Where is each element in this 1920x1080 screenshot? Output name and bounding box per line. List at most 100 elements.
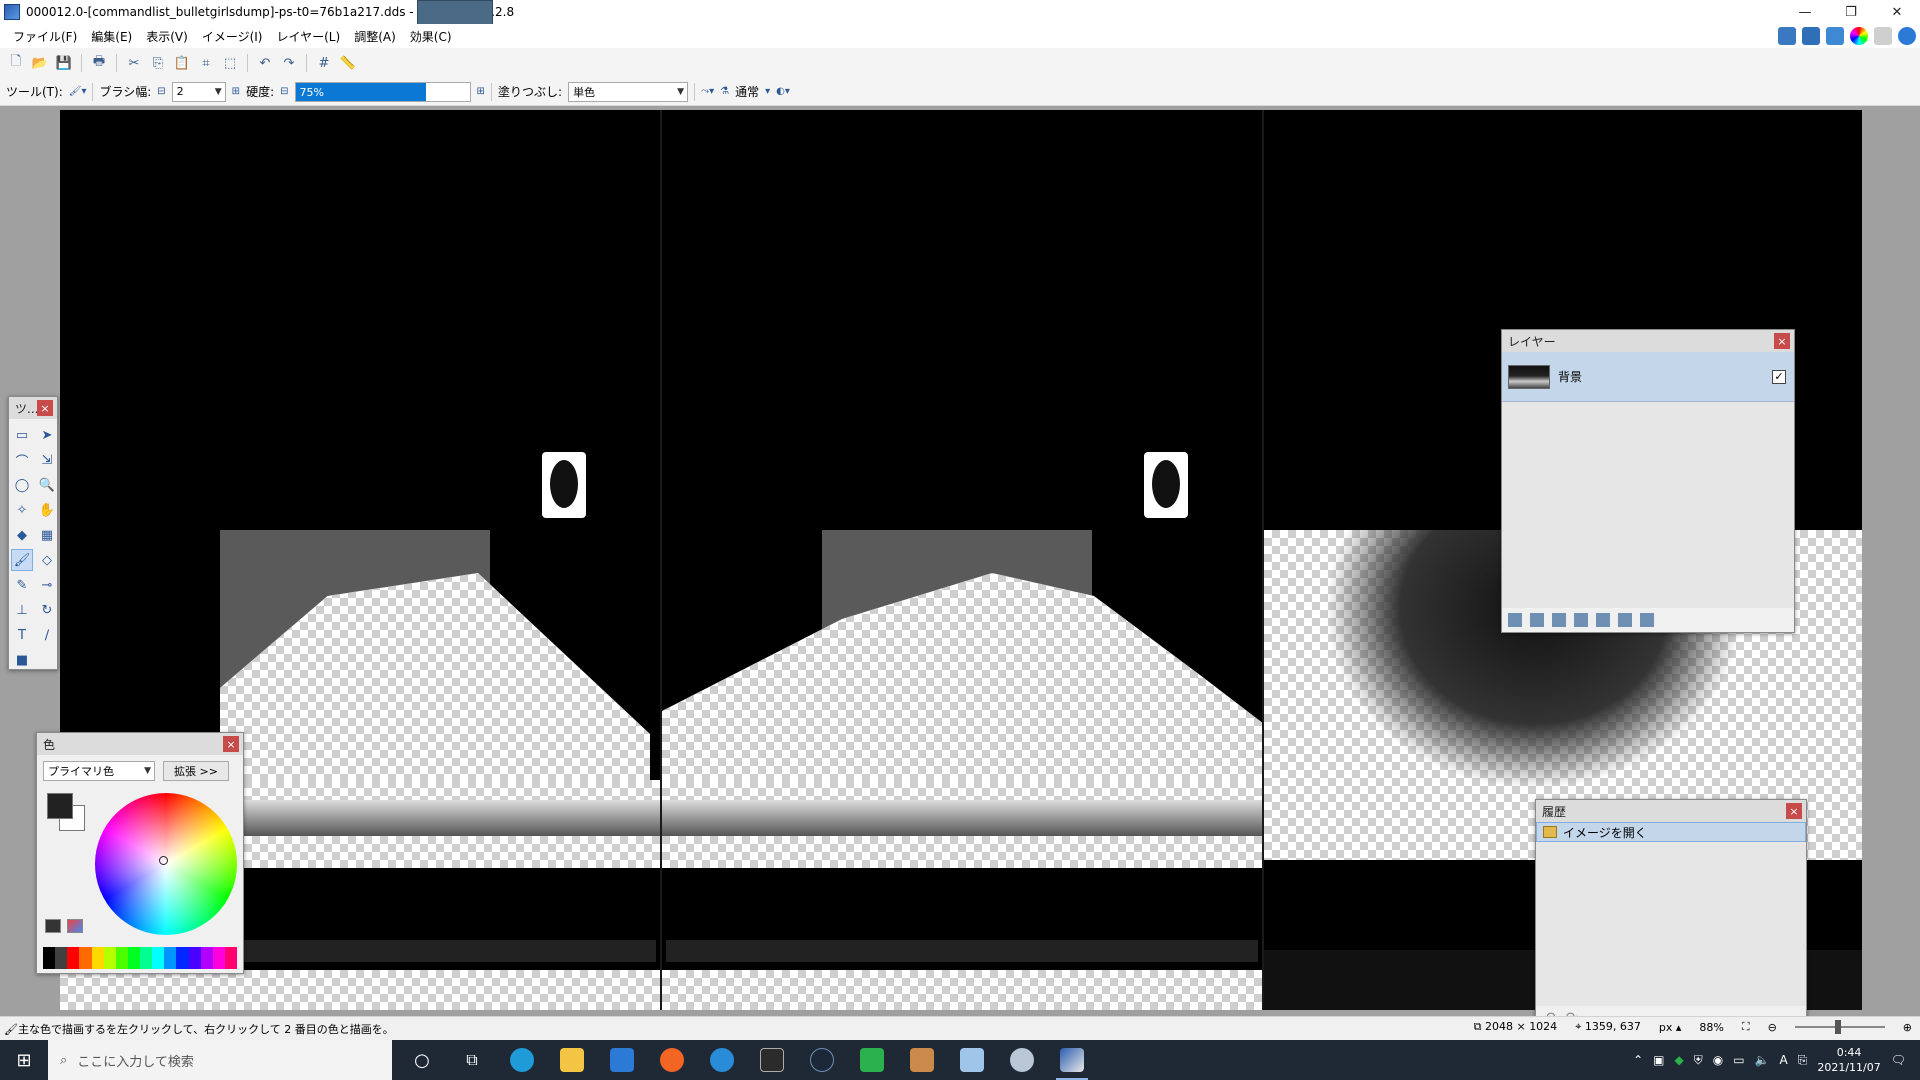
move-selected-icon[interactable]: ➤ (36, 424, 58, 446)
color-wheel-marker[interactable] (159, 856, 168, 865)
magic-wand-icon[interactable]: ✧ (11, 499, 33, 521)
help-icon[interactable] (1898, 27, 1916, 45)
pencil-icon[interactable]: ✎ (11, 574, 33, 596)
lasso-select-icon[interactable]: ⌒ (11, 449, 33, 471)
ime-icon[interactable]: ⎘ (1798, 1053, 1808, 1068)
notification-icon[interactable]: 🗨 (1891, 1053, 1906, 1067)
crop-icon[interactable]: ⌗ (196, 53, 216, 73)
taskbar-search-box[interactable]: ⌕ ここに入力して検索 (48, 1040, 392, 1080)
hardness-slider[interactable]: 75% (294, 81, 471, 102)
menu-edit[interactable]: 編集(E) (84, 28, 139, 45)
chevron-up-icon[interactable]: ⌃ (1633, 1053, 1643, 1067)
palette-swatch[interactable] (103, 947, 116, 969)
tray-network-icon[interactable]: ▭ (1733, 1053, 1744, 1067)
close-icon[interactable]: × (1774, 333, 1790, 349)
tools-window-header[interactable]: ツ... × (9, 397, 57, 419)
settings-gear-icon[interactable] (1874, 27, 1892, 45)
paintbrush-icon[interactable]: 🖌 (11, 549, 33, 571)
tray-shield-icon[interactable]: ⛨ (1694, 1053, 1703, 1068)
unit-selector[interactable]: px ▴ (1659, 1021, 1682, 1034)
menu-view[interactable]: 表示(V) (139, 28, 195, 45)
cut-icon[interactable]: ✂ (124, 53, 144, 73)
open-file-icon[interactable]: 📂 (30, 53, 50, 73)
tray-steam-icon[interactable]: ◉ (1713, 1053, 1723, 1067)
eraser-icon[interactable]: ◇ (36, 549, 58, 571)
palette-swatch[interactable] (140, 947, 153, 969)
close-button[interactable]: ✕ (1874, 0, 1920, 24)
minimize-button[interactable]: — (1782, 0, 1828, 24)
colors-toggle-icon[interactable] (1850, 27, 1868, 45)
palette-swatch[interactable] (115, 947, 128, 969)
chevron-down-icon[interactable]: ▾ (765, 86, 770, 97)
add-layer-icon[interactable] (1508, 613, 1522, 627)
zoom-slider[interactable] (1794, 1020, 1885, 1034)
brush-icon[interactable]: 🖌▾ (69, 86, 87, 97)
history-item-open-image[interactable]: イメージを開く (1536, 822, 1806, 842)
restore-button[interactable]: ❐ (1828, 0, 1874, 24)
ruler-icon[interactable]: 📏 (338, 53, 358, 73)
brush-width-increase-icon[interactable]: ⊞ (232, 86, 240, 97)
brush-width-combo[interactable]: 2 ▼ (171, 81, 226, 102)
palette-swatch[interactable] (188, 947, 201, 969)
palette-menu-icon[interactable] (67, 919, 83, 933)
zoom-out-icon[interactable]: ⊖ (1768, 1021, 1777, 1034)
color-mode-combo[interactable]: プライマリ色 ▼ (43, 761, 155, 781)
hardness-increase-icon[interactable]: ⊞ (477, 86, 485, 97)
redo-icon[interactable]: ↷ (279, 53, 299, 73)
taskbar-app-origin[interactable] (650, 1040, 694, 1080)
zoom-icon[interactable]: 🔍 (36, 474, 58, 496)
move-layer-down-icon[interactable] (1618, 613, 1632, 627)
palette-swatch[interactable] (91, 947, 104, 969)
palette-swatch[interactable] (127, 947, 140, 969)
history-window-header[interactable]: 履歴 × (1536, 800, 1806, 822)
color-wheel[interactable] (95, 793, 237, 935)
ime-mode-icon[interactable]: A (1780, 1053, 1788, 1067)
taskbar-app-edge[interactable] (500, 1040, 544, 1080)
color-picker-icon[interactable]: ⊸ (36, 574, 58, 596)
blend-mode-value[interactable]: 通常 (735, 83, 759, 100)
zoom-fit-icon[interactable]: ⛶ (1742, 1020, 1750, 1034)
palette-swatch[interactable] (79, 947, 92, 969)
layer-row-background[interactable]: 背景 ✓ (1502, 352, 1794, 402)
zoom-value[interactable]: 88% (1699, 1021, 1723, 1034)
text-icon[interactable]: T (11, 624, 33, 646)
cortana-button[interactable]: ○ (400, 1040, 444, 1080)
layers-window-header[interactable]: レイヤー × (1502, 330, 1794, 352)
delete-layer-icon[interactable] (1530, 613, 1544, 627)
brush-width-decrease-icon[interactable]: ⊟ (157, 86, 165, 97)
palette-swatch[interactable] (212, 947, 225, 969)
close-icon[interactable]: × (1786, 803, 1802, 819)
task-view-button[interactable]: ⧉ (450, 1040, 494, 1080)
palette-swatch[interactable] (43, 947, 56, 969)
taskbar-app-mail[interactable] (600, 1040, 644, 1080)
menu-effects[interactable]: 効果(C) (403, 28, 459, 45)
palette-swatch[interactable] (67, 947, 80, 969)
taskbar-app-epic[interactable] (750, 1040, 794, 1080)
palette-swatch[interactable] (200, 947, 213, 969)
canvas-workspace[interactable]: ツ... × ▭ ➤ ⌒ ⇲ ◯ 🔍 ✧ ✋ ◆ ▦ 🖌 ◇ ✎ ⊸ ⊥ ↻ T… (0, 106, 1920, 1031)
layer-properties-icon[interactable] (1640, 613, 1654, 627)
colors-window-header[interactable]: 色 × (37, 733, 243, 755)
paste-icon[interactable]: 📋 (172, 53, 192, 73)
layers-toggle-icon[interactable] (1826, 27, 1844, 45)
fill-mode-combo[interactable]: 単色 ▼ (568, 81, 689, 102)
taskbar-app-character[interactable] (900, 1040, 944, 1080)
tray-app-icon[interactable]: ▣ (1653, 1053, 1664, 1067)
close-icon[interactable]: × (37, 400, 53, 416)
zoom-in-icon[interactable]: ⊕ (1903, 1021, 1912, 1034)
palette-swatch[interactable] (224, 947, 237, 969)
paint-bucket-icon[interactable]: ◆ (11, 524, 33, 546)
move-layer-up-icon[interactable] (1596, 613, 1610, 627)
alpha-blending-icon[interactable]: ◐▾ (776, 86, 790, 97)
taskbar-app-paintnet[interactable] (1050, 1040, 1094, 1080)
layer-visibility-checkbox[interactable]: ✓ (1772, 369, 1786, 384)
volume-icon[interactable]: 🔈 (1755, 1053, 1770, 1067)
start-button[interactable]: ⊞ (0, 1040, 48, 1080)
primary-color-swatch[interactable] (47, 793, 73, 819)
palette-swatch[interactable] (55, 947, 68, 969)
palette-swatch[interactable] (152, 947, 165, 969)
close-icon[interactable]: × (223, 736, 239, 752)
tray-green-icon[interactable]: ◆ (1675, 1053, 1684, 1067)
taskbar-app-tool[interactable] (1000, 1040, 1044, 1080)
merge-layer-down-icon[interactable] (1574, 613, 1588, 627)
